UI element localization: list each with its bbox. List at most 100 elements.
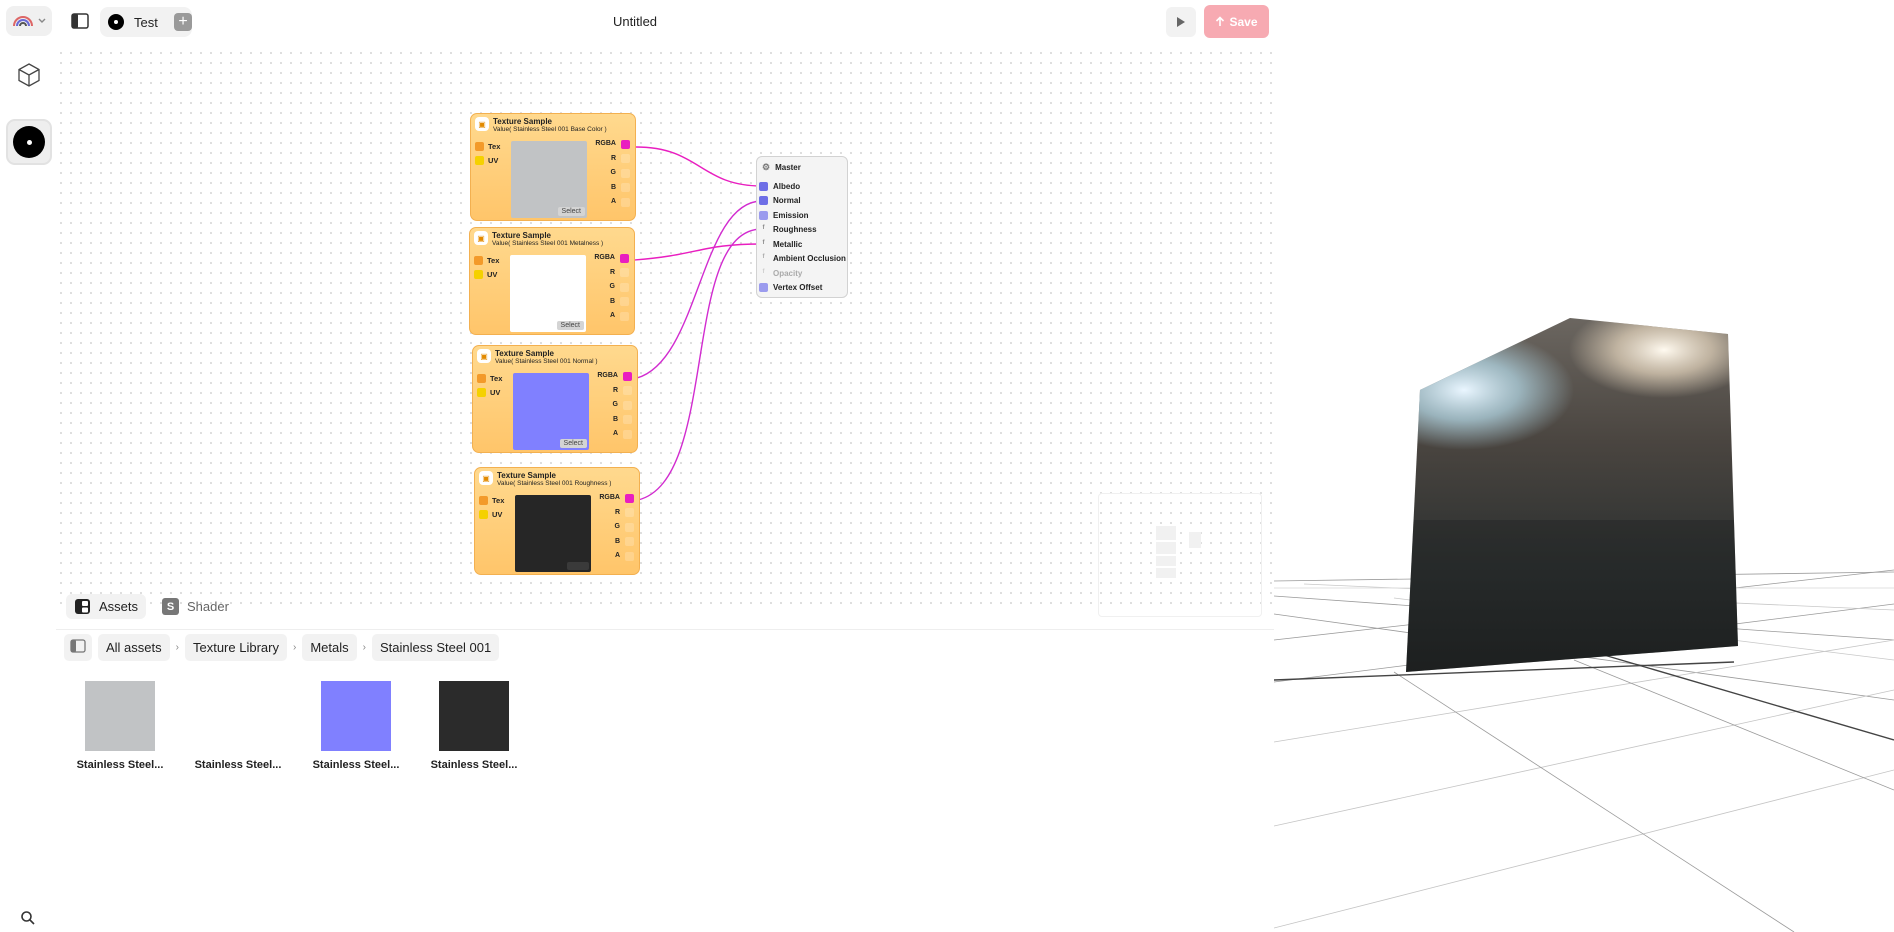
- node-subtitle: Value( Stainless Steel 001 Normal ): [495, 358, 598, 365]
- tab-assets[interactable]: Assets: [66, 594, 147, 619]
- asset-item[interactable]: Stainless Steel...: [188, 681, 288, 771]
- node-subtitle: Value( Stainless Steel 001 Base Color ): [493, 126, 607, 133]
- sidebar-icon: [70, 639, 86, 653]
- select-button[interactable]: Select: [559, 439, 587, 448]
- texture-icon: ▣: [475, 117, 489, 131]
- output-rgba[interactable]: RGBA: [594, 251, 629, 266]
- input-tex[interactable]: Tex: [479, 496, 504, 505]
- output-g[interactable]: G: [599, 520, 634, 535]
- texture-sample-node[interactable]: ▣ Texture Sample Value( Stainless Steel 00…: [474, 467, 640, 575]
- texture-preview: Select: [510, 255, 586, 332]
- asset-item[interactable]: Stainless Steel...: [306, 681, 406, 771]
- viewport-scene: [1274, 318, 1894, 932]
- output-r[interactable]: R: [597, 384, 632, 399]
- texture-sample-node[interactable]: ▣ Texture Sample Value( Stainless Steel 00…: [470, 113, 636, 221]
- output-g[interactable]: G: [595, 166, 630, 181]
- breadcrumb-item[interactable]: All assets: [98, 634, 170, 661]
- master-icon: ⚙: [762, 162, 771, 172]
- output-b[interactable]: B: [594, 295, 629, 310]
- connection-roughness: [637, 228, 763, 501]
- breadcrumb-item[interactable]: Metals: [302, 634, 357, 661]
- texture-icon: ▣: [477, 349, 491, 363]
- asset-label: Stainless Steel...: [194, 759, 282, 771]
- chevron-right-icon: ›: [175, 642, 179, 653]
- asset-thumbnail: [439, 681, 509, 751]
- asset-item[interactable]: Stainless Steel...: [424, 681, 524, 771]
- toggle-asset-sidebar-button[interactable]: [64, 634, 92, 661]
- output-r[interactable]: R: [595, 152, 630, 167]
- tab-shader-label: Shader: [187, 599, 229, 614]
- input-uv[interactable]: UV: [474, 270, 497, 279]
- input-ambient-occlusion[interactable]: f Ambient Occlusion: [757, 252, 847, 267]
- select-button[interactable]: [567, 562, 589, 570]
- connection-albedo: [635, 146, 763, 187]
- input-metallic[interactable]: f Metallic: [757, 237, 847, 252]
- input-opacity[interactable]: f Opacity: [757, 266, 847, 281]
- input-emission[interactable]: Emission: [757, 208, 847, 223]
- texture-sample-node[interactable]: ▣ Texture Sample Value( Stainless Steel 00…: [469, 227, 635, 335]
- texture-icon: ▣: [474, 231, 488, 245]
- node-title: Texture Sample: [495, 349, 554, 358]
- output-rgba[interactable]: RGBA: [595, 137, 630, 152]
- asset-thumbnail: [85, 681, 155, 751]
- input-uv[interactable]: UV: [477, 388, 500, 397]
- node-subtitle: Value( Stainless Steel 001 Metalness ): [492, 240, 604, 247]
- input-tex[interactable]: Tex: [474, 256, 499, 265]
- bottom-tabs: Assets S Shader: [66, 594, 237, 619]
- asset-label: Stainless Steel...: [76, 759, 164, 771]
- output-r[interactable]: R: [594, 266, 629, 281]
- texture-preview: [515, 495, 591, 572]
- search-icon: [21, 911, 35, 925]
- input-vertex-offset[interactable]: Vertex Offset: [757, 281, 847, 296]
- node-subtitle: Value( Stainless Steel 001 Roughness ): [497, 480, 612, 487]
- divider: [56, 629, 1274, 630]
- select-button[interactable]: Select: [557, 207, 585, 216]
- select-button[interactable]: Select: [556, 321, 584, 330]
- output-a[interactable]: A: [595, 195, 630, 210]
- output-b[interactable]: B: [597, 413, 632, 428]
- asset-thumbnail: [203, 681, 273, 751]
- output-g[interactable]: G: [594, 280, 629, 295]
- input-albedo[interactable]: Albedo: [757, 179, 847, 194]
- breadcrumb-item[interactable]: Stainless Steel 001: [371, 634, 500, 661]
- minimap[interactable]: [1098, 493, 1262, 617]
- output-rgba[interactable]: RGBA: [599, 491, 634, 506]
- output-b[interactable]: B: [595, 181, 630, 196]
- breadcrumb-item[interactable]: Texture Library: [184, 634, 287, 661]
- output-rgba[interactable]: RGBA: [597, 369, 632, 384]
- node-title: Texture Sample: [492, 231, 551, 240]
- shader-icon: S: [162, 598, 180, 615]
- input-uv[interactable]: UV: [479, 510, 502, 519]
- tab-shader[interactable]: S Shader: [154, 594, 237, 619]
- chevron-right-icon: ›: [292, 642, 297, 653]
- tab-assets-label: Assets: [99, 599, 139, 614]
- output-a[interactable]: A: [594, 309, 629, 324]
- input-tex[interactable]: Tex: [475, 142, 500, 151]
- asset-label: Stainless Steel...: [312, 759, 400, 771]
- texture-icon: ▣: [479, 471, 493, 485]
- output-a[interactable]: A: [597, 427, 632, 442]
- output-r[interactable]: R: [599, 506, 634, 521]
- chevron-right-icon: ›: [362, 642, 366, 653]
- input-tex[interactable]: Tex: [477, 374, 502, 383]
- input-normal[interactable]: Normal: [757, 194, 847, 209]
- input-roughness[interactable]: f Roughness: [757, 223, 847, 238]
- texture-sample-node[interactable]: ▣ Texture Sample Value( Stainless Steel 00…: [472, 345, 638, 453]
- output-b[interactable]: B: [599, 535, 634, 550]
- asset-thumbnail: [321, 681, 391, 751]
- master-node[interactable]: ⚙ Master Albedo Normal Emission f Roughne…: [756, 156, 848, 298]
- 3d-viewport[interactable]: [1274, 0, 1894, 932]
- asset-label: Stainless Steel...: [430, 759, 518, 771]
- assets-icon: [75, 599, 90, 614]
- output-a[interactable]: A: [599, 549, 634, 564]
- input-uv[interactable]: UV: [475, 156, 498, 165]
- texture-preview: Select: [513, 373, 589, 450]
- node-title: Texture Sample: [497, 471, 556, 480]
- breadcrumb: All assets › Texture Library › Metals › …: [64, 634, 500, 661]
- connection-metallic: [633, 243, 763, 261]
- connection-normal: [636, 200, 763, 379]
- asset-item[interactable]: Stainless Steel...: [70, 681, 170, 771]
- output-g[interactable]: G: [597, 398, 632, 413]
- node-title: Texture Sample: [493, 117, 552, 126]
- search-button[interactable]: [20, 910, 36, 931]
